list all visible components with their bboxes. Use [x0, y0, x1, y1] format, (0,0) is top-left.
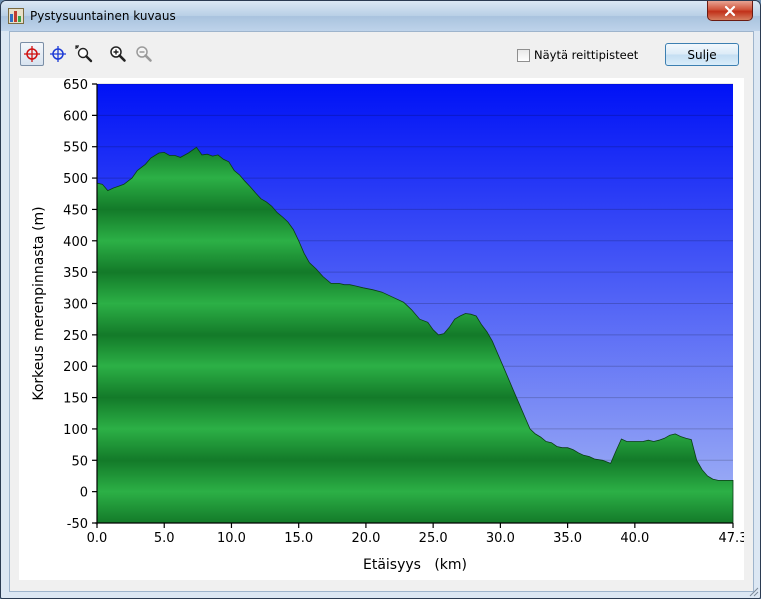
- show-waypoints-checkbox[interactable]: Näytä reittipisteet: [517, 48, 638, 62]
- zoom-in-icon: [110, 46, 126, 62]
- y-tick-label: 400: [63, 235, 88, 250]
- red-crosshair-icon: [24, 46, 40, 62]
- x-axis-label: Etäisyys (km): [363, 557, 467, 573]
- y-tick-label: 250: [63, 329, 88, 344]
- window-title: Pystysuuntainen kuvaus: [30, 9, 176, 23]
- x-tick-label: 25.0: [419, 531, 448, 546]
- blue-crosshair-icon: [50, 46, 66, 62]
- zoom-out-tool[interactable]: [132, 42, 156, 66]
- chart-app-icon: [8, 8, 24, 24]
- y-tick-label: 500: [63, 172, 88, 187]
- title-bar[interactable]: Pystysuuntainen kuvaus: [1, 1, 760, 31]
- close-dialog-button[interactable]: Sulje: [665, 43, 739, 66]
- profile-window: Pystysuuntainen kuvaus Näytä reittipiste…: [0, 0, 761, 599]
- y-tick-label: 100: [63, 423, 88, 438]
- y-tick-label: 150: [63, 392, 88, 407]
- x-tick-label: 40.0: [620, 531, 649, 546]
- x-tick-label: 47.3: [719, 531, 744, 546]
- zoom-out-icon: [136, 46, 152, 62]
- y-tick-label: 200: [63, 360, 88, 375]
- y-tick-label: 0: [80, 486, 88, 501]
- y-tick-label: 650: [63, 78, 88, 93]
- zoom-in-tool[interactable]: [106, 42, 130, 66]
- y-tick-label: 50: [71, 454, 88, 469]
- close-x-icon: [724, 5, 736, 16]
- show-waypoints-label: Näytä reittipisteet: [534, 48, 639, 62]
- y-tick-label: 300: [63, 298, 88, 313]
- elevation-chart: 650 600 550 500 450 400 350 300 250 200 150 100 50 0-…: [19, 78, 748, 580]
- window-close-button[interactable]: [707, 1, 753, 21]
- y-tick-labels: 650600550500450400350300250200150100500-…: [63, 78, 88, 532]
- x-tick-label: 0.0: [87, 531, 108, 546]
- x-tick-label: 5.0: [154, 531, 175, 546]
- y-tick-label: 450: [63, 203, 88, 218]
- x-tick-labels: 0.0 5.0 10.0 15.0 20.0 25.0 30.0 35.0 40.0 47.3: [87, 531, 748, 546]
- elevation-chart-svg: 650600550500450400350300250200150100500-…: [31, 78, 748, 573]
- dialog-body: Näytä reittipisteet Sulje 650 600 550 50…: [9, 31, 754, 592]
- checkbox-box[interactable]: [517, 48, 530, 62]
- y-tick-label: -50: [67, 517, 88, 532]
- x-tick-label: 15.0: [284, 531, 313, 546]
- x-tick-label: 10.0: [217, 531, 246, 546]
- zoom-window-tool[interactable]: [72, 42, 96, 66]
- y-tick-label: 600: [63, 109, 88, 124]
- x-tick-label: 30.0: [486, 531, 515, 546]
- x-tick-label: 20.0: [351, 531, 380, 546]
- select-crosshair-tool[interactable]: [20, 42, 44, 66]
- move-crosshair-tool[interactable]: [46, 42, 70, 66]
- y-tick-label: 550: [63, 141, 88, 156]
- resize-grip-icon[interactable]: [747, 585, 759, 597]
- zoom-rectangle-icon: [75, 45, 93, 63]
- y-tick-label: 350: [63, 266, 88, 281]
- x-tick-label: 35.0: [553, 531, 582, 546]
- y-axis-label: Korkeus merenpinnasta (m): [31, 206, 47, 400]
